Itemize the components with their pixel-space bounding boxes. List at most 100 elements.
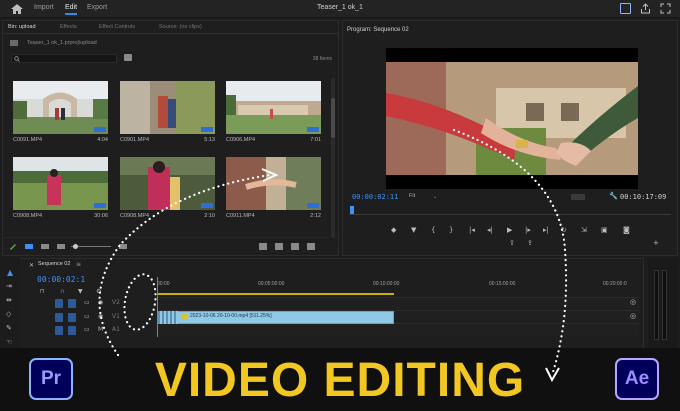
- fx-badge-icon[interactable]: [181, 313, 188, 320]
- sync-lock-icon[interactable]: ▭: [84, 326, 90, 333]
- timeline-timecode[interactable]: 00:00:02:1: [37, 275, 85, 284]
- new-bin-icon[interactable]: [275, 243, 283, 250]
- mark-in-icon[interactable]: {: [431, 226, 435, 234]
- icon-view-icon[interactable]: [41, 244, 49, 249]
- track-target-v2[interactable]: [55, 299, 63, 308]
- trash-icon[interactable]: [307, 243, 315, 250]
- track-scroll-handle[interactable]: ◎: [630, 298, 636, 306]
- hand-tool-icon[interactable]: ☜: [6, 338, 12, 346]
- clip-thumbnail[interactable]: [226, 81, 321, 134]
- audio-meter-bar: [662, 270, 667, 340]
- sequence-menu-icon[interactable]: ≡: [76, 261, 81, 268]
- track-select-icon[interactable]: ⇥: [6, 282, 12, 290]
- add-button-icon[interactable]: +: [653, 239, 659, 247]
- zoom-slider-handle[interactable]: [73, 244, 78, 249]
- source-patch-v1[interactable]: [68, 313, 76, 322]
- list-view-icon[interactable]: [25, 244, 33, 249]
- track-a1[interactable]: [155, 323, 639, 336]
- insert-icon[interactable]: ⇲: [581, 226, 587, 234]
- workspace-icon[interactable]: [620, 3, 631, 14]
- fit-dropdown[interactable]: Fit: [409, 193, 415, 199]
- step-forward-icon[interactable]: |▸: [525, 226, 531, 234]
- marker-icon[interactable]: ▼: [411, 226, 416, 234]
- selection-tool-icon[interactable]: ▲: [7, 268, 13, 277]
- ripple-edit-icon[interactable]: ⇹: [6, 296, 12, 304]
- new-item-icon[interactable]: [291, 243, 299, 250]
- razor-tool-icon[interactable]: ◇: [6, 310, 11, 318]
- source-patch-a1[interactable]: [68, 326, 76, 335]
- track-target-a1[interactable]: [55, 326, 63, 335]
- add-marker-timeline-icon[interactable]: ▼: [78, 288, 83, 295]
- quality-dropdown[interactable]: [571, 194, 585, 200]
- clip-name: C0901.MP4: [120, 137, 150, 143]
- step-back-icon[interactable]: ◂|: [487, 226, 493, 234]
- program-monitor: Program: Sequence 02 00:00:02:11 Fit ⌄ 🔧…: [342, 20, 678, 256]
- bin-search-input[interactable]: [11, 54, 117, 63]
- clip-thumbnail[interactable]: [13, 157, 108, 210]
- tab-effect-controls[interactable]: Effect Controls: [99, 24, 135, 30]
- timeline-clip-label: 2023-10-06 20-10-00.mp4 [511.25%]: [190, 313, 272, 319]
- bin-scrollbar[interactable]: [331, 78, 335, 238]
- ruler-tick-label: 00:15:00:00: [489, 281, 516, 287]
- bin-panel: Bin: upload Effects Effect Controls Sour…: [2, 20, 339, 256]
- clip-thumbnail[interactable]: [226, 157, 321, 210]
- loop-icon[interactable]: ↻: [561, 226, 567, 234]
- track-scroll-handle[interactable]: ◎: [630, 312, 636, 320]
- clip-caption: C0091.MP4 4:04: [13, 137, 108, 143]
- add-marker-icon[interactable]: ◆: [391, 226, 396, 234]
- sequence-tab[interactable]: Sequence 02: [38, 261, 70, 267]
- pen-tool-icon[interactable]: ✎: [6, 324, 12, 332]
- program-time-ruler[interactable]: [349, 207, 671, 215]
- timeline-playhead[interactable]: [157, 277, 158, 337]
- clip-name: C0091.MP4: [13, 137, 43, 143]
- clip-caption: C0911.MP4 2:12: [226, 213, 321, 219]
- clip-thumbnail[interactable]: [13, 81, 108, 134]
- track-target-v1[interactable]: [55, 313, 63, 322]
- tab-effects[interactable]: Effects: [60, 24, 77, 30]
- clip-thumbnail[interactable]: [120, 81, 215, 134]
- top-menu-bar: Import Edit Export Teaser_1 ok_1: [0, 0, 680, 18]
- fit-dropdown-arrow-icon[interactable]: ⌄: [433, 194, 437, 200]
- go-to-out-icon[interactable]: ▸|: [543, 226, 549, 234]
- eye-icon[interactable]: ◉: [98, 299, 103, 306]
- wrench-icon[interactable]: 🔧: [609, 192, 618, 200]
- timeline-settings-icon[interactable]: ⚙: [96, 288, 101, 295]
- mute-icon[interactable]: M: [98, 326, 103, 333]
- program-title: Program: Sequence 02: [347, 27, 409, 33]
- mark-out-icon[interactable]: }: [449, 226, 453, 234]
- clip-badge: [94, 127, 106, 132]
- sync-lock-icon[interactable]: ▭: [84, 299, 90, 306]
- lift-icon[interactable]: ⇧: [509, 239, 515, 247]
- program-playhead[interactable]: [350, 206, 354, 214]
- freeform-view-icon[interactable]: [57, 244, 65, 249]
- tab-source[interactable]: Source: (no clips): [159, 24, 202, 30]
- ruler-tick-label: 00:00: [157, 281, 170, 287]
- new-bin-icon[interactable]: [124, 54, 132, 61]
- work-area-bar[interactable]: [158, 293, 394, 295]
- eye-icon[interactable]: ◉: [98, 313, 103, 320]
- sort-icon[interactable]: [119, 244, 127, 249]
- find-icon[interactable]: [259, 243, 267, 250]
- fullscreen-icon[interactable]: [660, 3, 671, 14]
- tab-bin-upload[interactable]: Bin: upload: [8, 24, 36, 30]
- share-icon[interactable]: [640, 3, 651, 14]
- track-v2[interactable]: [155, 297, 639, 310]
- pencil-icon[interactable]: [9, 243, 17, 250]
- sync-lock-icon[interactable]: ▭: [84, 313, 90, 320]
- play-icon[interactable]: ▶: [507, 226, 512, 234]
- linked-selection-icon[interactable]: ∩: [60, 288, 64, 295]
- camera-icon[interactable]: ◙: [623, 226, 630, 234]
- program-timecode[interactable]: 00:00:02:11: [352, 193, 398, 201]
- clip-thumbnail[interactable]: [120, 157, 215, 210]
- track-label-v1: V1: [112, 313, 120, 320]
- close-sequence-icon[interactable]: ✕: [29, 262, 34, 269]
- clip-segments[interactable]: [158, 311, 178, 324]
- source-patch-v2[interactable]: [68, 299, 76, 308]
- bin-path: Teaser_1 ok_1.prproj\upload: [27, 40, 97, 46]
- snap-icon[interactable]: ⊓: [40, 288, 45, 295]
- extract-icon[interactable]: ⇪: [527, 239, 533, 247]
- timeline-ruler[interactable]: 00:00 00:05:00:00 00:10:00:00 00:15:00:0…: [155, 275, 639, 293]
- clip-duration: 2:10: [204, 213, 215, 219]
- go-to-in-icon[interactable]: |◂: [469, 226, 475, 234]
- overwrite-icon[interactable]: ▣: [601, 226, 608, 234]
